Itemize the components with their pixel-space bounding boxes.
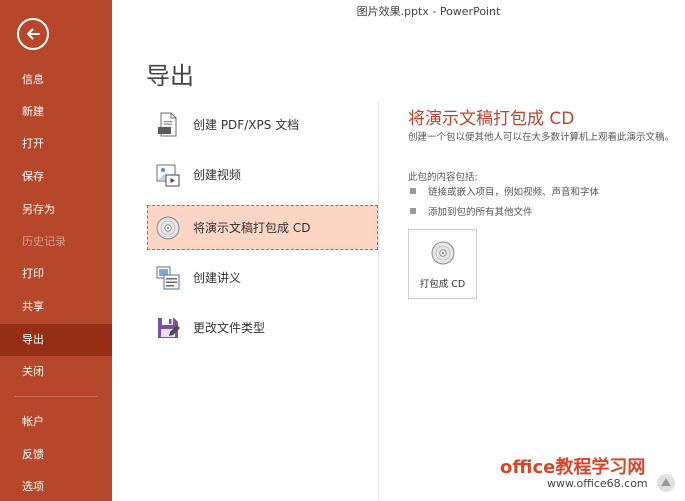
bullet-text: 链接或嵌入项目，例如视频、声音和字体 xyxy=(428,187,600,198)
handout-icon xyxy=(154,264,182,292)
back-button[interactable] xyxy=(17,18,49,50)
option-package-cd[interactable]: 将演示文稿打包成 CD xyxy=(147,205,378,250)
panel-bullet: 添加到包的所有其他文件 xyxy=(410,204,533,218)
option-label: 创建 PDF/XPS 文档 xyxy=(193,118,300,132)
bullet-text: 添加到包的所有其他文件 xyxy=(428,207,533,218)
nav-item-open[interactable]: 打开 xyxy=(0,128,112,160)
option-create-video[interactable]: 创建视频 xyxy=(147,152,378,197)
cd-icon xyxy=(430,240,456,270)
window-title: 图片效果.pptx - PowerPoint xyxy=(356,5,501,18)
option-create-pdf[interactable]: 创建 PDF/XPS 文档 xyxy=(147,102,378,147)
watermark-title: office教程学习网 xyxy=(500,457,646,478)
option-label: 更改文件类型 xyxy=(193,321,266,335)
option-change-file-type[interactable]: 更改文件类型 xyxy=(147,305,378,350)
nav-item-close[interactable]: 关闭 xyxy=(0,356,112,388)
watermark-url: www.office68.com xyxy=(547,477,648,490)
nav-item-feedback[interactable]: 反馈 xyxy=(0,439,112,471)
nav-item-print[interactable]: 打印 xyxy=(0,258,112,290)
nav-item-account[interactable]: 帐户 xyxy=(0,406,112,438)
sidebar-divider xyxy=(14,396,98,397)
back-arrow-icon xyxy=(27,28,40,40)
watermark-logo-icon xyxy=(657,474,675,492)
panel-contents-heading: 此包的内容包括: xyxy=(408,172,478,183)
nav-item-save-as[interactable]: 另存为 xyxy=(0,194,112,226)
option-label: 创建讲义 xyxy=(193,271,242,285)
option-create-handout[interactable]: 创建讲义 xyxy=(147,255,378,300)
pdf-document-icon xyxy=(154,111,182,139)
nav-item-export[interactable]: 导出 xyxy=(0,324,112,356)
nav-item-info[interactable]: 信息 xyxy=(0,64,112,96)
bullet-square-icon xyxy=(410,188,416,194)
nav-item-history: 历史记录 xyxy=(22,235,66,248)
panel-title: 将演示文稿打包成 CD xyxy=(408,109,575,129)
nav-item-options[interactable]: 选项 xyxy=(0,471,112,501)
package-cd-button[interactable]: 打包成 CD xyxy=(408,229,477,299)
package-cd-button-label: 打包成 CD xyxy=(419,279,466,290)
option-label: 创建视频 xyxy=(193,168,242,182)
panel-divider xyxy=(378,102,379,501)
bullet-square-icon xyxy=(410,208,416,214)
panel-description: 创建一个包以便其他人可以在大多数计算机上观看此演示文稿。 xyxy=(408,132,675,143)
video-icon xyxy=(154,161,182,189)
change-file-type-icon xyxy=(154,314,182,342)
panel-bullet: 链接或嵌入项目，例如视频、声音和字体 xyxy=(410,184,599,198)
option-label: 将演示文稿打包成 CD xyxy=(193,221,311,235)
backstage-sidebar: 信息 新建 打开 保存 另存为 历史记录 打印 共享 导出 关闭 帐户 反馈 选… xyxy=(0,0,112,501)
cd-icon xyxy=(154,214,182,242)
nav-item-new[interactable]: 新建 xyxy=(0,96,112,128)
page-title: 导出 xyxy=(146,62,194,90)
nav-item-save[interactable]: 保存 xyxy=(0,161,112,193)
nav-item-share[interactable]: 共享 xyxy=(0,291,112,323)
